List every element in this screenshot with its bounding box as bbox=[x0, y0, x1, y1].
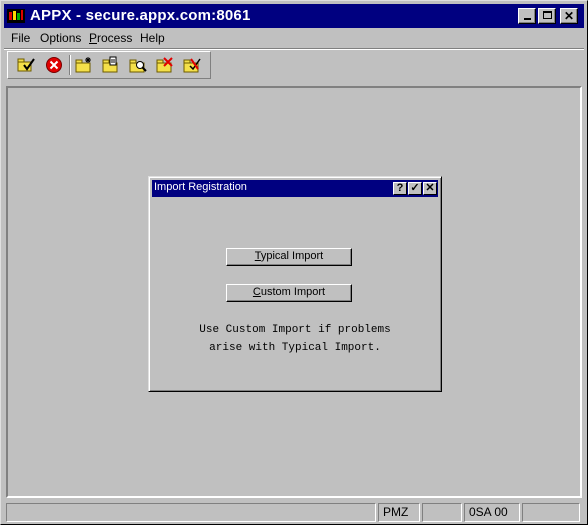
dialog-close-button[interactable]: ✕ bbox=[423, 182, 437, 195]
close-icon: ✕ bbox=[563, 9, 575, 23]
maximize-button[interactable] bbox=[538, 8, 556, 24]
close-icon: ✕ bbox=[425, 182, 435, 194]
custom-import-label: ustom Import bbox=[260, 286, 326, 298]
edit-folder-icon bbox=[101, 56, 121, 77]
dialog-message-line-2: arise with Typical Import. bbox=[209, 342, 381, 354]
delete-folder-icon bbox=[155, 57, 175, 77]
menu-process[interactable]: Process bbox=[89, 31, 132, 45]
import-registration-dialog: Import Registration ? ✓ ✕ Typical Import… bbox=[148, 176, 442, 392]
status-panel-3 bbox=[422, 503, 462, 522]
menu-options[interactable]: Options bbox=[40, 31, 81, 45]
custom-import-button[interactable]: Custom Import bbox=[226, 284, 352, 302]
help-icon: ? bbox=[396, 182, 404, 194]
window-title: APPX - secure.appx.com:8061 bbox=[30, 7, 251, 24]
typical-import-button[interactable]: Typical Import bbox=[226, 248, 352, 266]
check-folder-icon bbox=[16, 58, 36, 77]
app-window: APPX - secure.appx.com:8061 ✕ File Optio… bbox=[0, 0, 588, 525]
status-panel-message bbox=[6, 503, 376, 522]
cancel-folder-icon bbox=[182, 58, 202, 77]
maximize-icon bbox=[542, 11, 552, 19]
title-bar[interactable]: APPX - secure.appx.com:8061 ✕ bbox=[4, 4, 584, 28]
menu-help-label: elp bbox=[148, 31, 165, 45]
toolbar-button-new[interactable] bbox=[74, 56, 94, 74]
status-panel-6 bbox=[522, 503, 580, 522]
menu-process-mnemonic: P bbox=[89, 31, 98, 45]
toolbar bbox=[7, 51, 211, 79]
dialog-ok-button[interactable]: ✓ bbox=[408, 182, 422, 195]
menu-bar: File Options Process Help bbox=[4, 29, 584, 48]
minimize-button[interactable] bbox=[518, 8, 536, 24]
dialog-message-line-1: Use Custom Import if problems bbox=[199, 324, 391, 336]
cancel-icon bbox=[44, 57, 64, 77]
menu-help[interactable]: Help bbox=[140, 31, 165, 45]
toolbar-button-edit[interactable] bbox=[101, 56, 121, 74]
typical-import-label: ypical Import bbox=[260, 250, 324, 262]
status-bar: PMZ 0SA 00 bbox=[4, 503, 584, 523]
toolbar-button-cancel[interactable] bbox=[44, 56, 64, 74]
status-panel-pmz: PMZ bbox=[378, 503, 420, 522]
menu-file-label: ile bbox=[18, 31, 31, 45]
toolbar-button-inquire[interactable] bbox=[128, 56, 148, 74]
menu-separator bbox=[4, 48, 584, 50]
search-folder-icon bbox=[128, 59, 148, 77]
menu-process-label: rocess bbox=[97, 31, 133, 45]
appx-logo-icon bbox=[7, 9, 25, 23]
status-panel-app: 0SA 00 bbox=[464, 503, 520, 522]
toolbar-button-cancel-record[interactable] bbox=[182, 56, 202, 74]
toolbar-divider bbox=[69, 55, 71, 75]
check-icon: ✓ bbox=[410, 182, 420, 194]
menu-options-label: ptions bbox=[49, 31, 82, 45]
dialog-title: Import Registration bbox=[154, 181, 247, 193]
dialog-help-button[interactable]: ? bbox=[393, 182, 407, 195]
menu-help-mnemonic: H bbox=[140, 31, 149, 45]
dialog-body: Typical Import Custom Import Use Custom … bbox=[152, 201, 438, 387]
custom-import-mnemonic: C bbox=[252, 286, 261, 298]
dialog-title-bar[interactable]: Import Registration ? ✓ ✕ bbox=[152, 180, 438, 197]
toolbar-button-accept[interactable] bbox=[16, 56, 36, 74]
toolbar-button-delete[interactable] bbox=[155, 56, 175, 74]
menu-file[interactable]: File bbox=[11, 31, 30, 45]
close-button[interactable]: ✕ bbox=[560, 8, 578, 24]
new-folder-icon bbox=[74, 57, 94, 77]
minimize-icon bbox=[523, 18, 531, 20]
menu-options-mnemonic: O bbox=[40, 31, 50, 45]
